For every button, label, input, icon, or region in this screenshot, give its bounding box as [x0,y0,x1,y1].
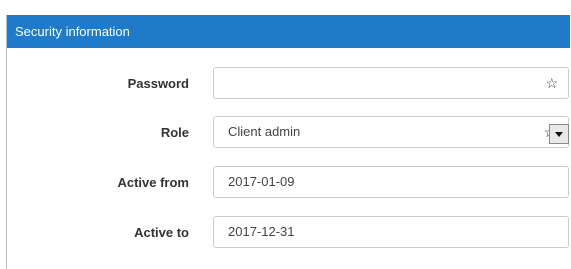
active-from-label: Active from [117,175,189,190]
password-row: Password ☆ [7,67,570,101]
active-to-row: Active to 2017-12-31 [7,216,570,250]
security-information-panel: Security information Password ☆ Role Cli… [6,15,570,269]
active-from-value: 2017-01-09 [228,174,295,189]
panel-header: Security information [7,15,570,48]
password-label: Password [127,76,189,91]
dropdown-arrow-button[interactable] [549,124,569,144]
chevron-down-icon [555,132,563,137]
role-row: Role Client admin ☆ [7,116,570,150]
active-to-field[interactable]: 2017-12-31 [213,216,569,248]
password-field[interactable]: ☆ [213,67,569,99]
role-value: Client admin [228,124,301,139]
star-icon[interactable]: ☆ [545,68,558,98]
active-from-field[interactable]: 2017-01-09 [213,166,569,198]
panel-title: Security information [15,24,130,39]
active-from-row: Active from 2017-01-09 [7,166,570,200]
active-to-label: Active to [134,225,189,240]
role-label: Role [160,125,189,140]
role-select[interactable]: Client admin ☆ [213,116,569,148]
active-to-value: 2017-12-31 [228,224,295,239]
